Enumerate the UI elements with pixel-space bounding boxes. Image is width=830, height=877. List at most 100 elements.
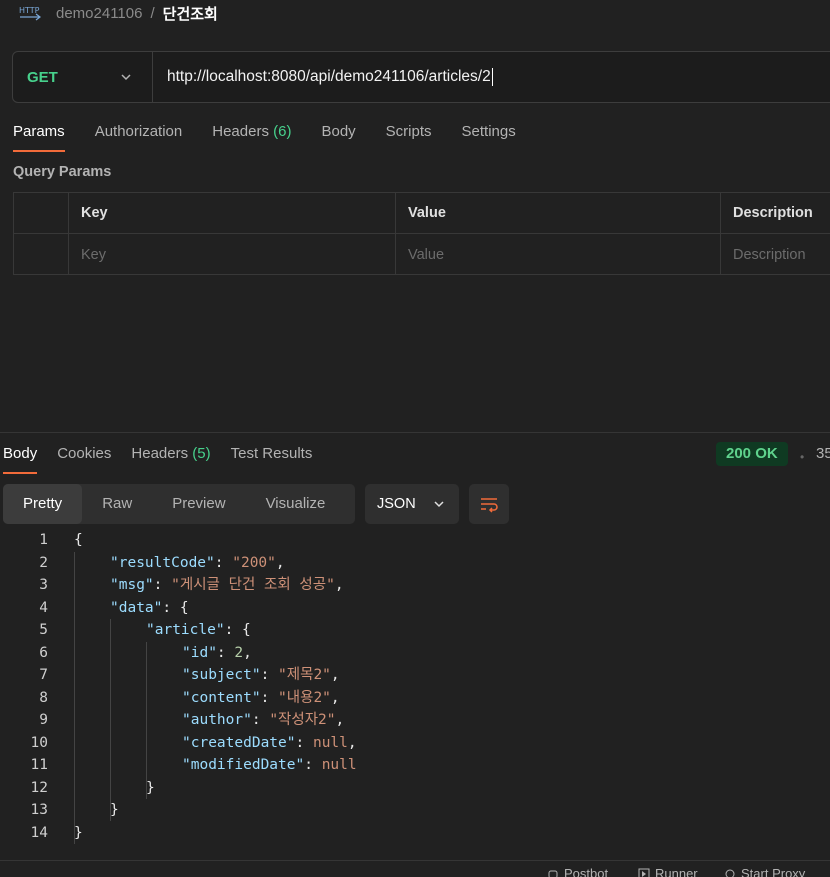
code-line: 8 "content": "내용2", <box>0 687 830 710</box>
json-key: "data" <box>110 599 163 616</box>
line-text: "resultCode": "200", <box>110 552 285 575</box>
tab-test-results[interactable]: Test Results <box>231 442 313 474</box>
view-pretty[interactable]: Pretty <box>3 484 83 524</box>
tab-label: Scripts <box>385 123 432 140</box>
line-number: 14 <box>30 824 48 841</box>
json-value: "작성자2" <box>269 712 336 728</box>
json-punctuation: : <box>216 644 235 661</box>
json-punctuation: : <box>153 577 172 593</box>
query-params-table: Key Value Description Key Value Descript… <box>13 192 830 275</box>
breadcrumb-separator: / <box>150 4 155 22</box>
code-line: 5 "article": { <box>0 619 830 642</box>
json-punctuation: : <box>214 554 233 571</box>
json-punctuation: , <box>330 667 340 683</box>
json-punctuation: : <box>295 734 313 751</box>
line-text: "subject": "제목2", <box>182 664 340 687</box>
http-icon: HTTP <box>18 2 42 24</box>
line-number: 6 <box>39 644 48 661</box>
status-footer: Postbot Runner Start Proxy <box>0 860 830 877</box>
code-line: 14} <box>0 822 830 845</box>
tab-label: Body <box>321 123 356 140</box>
tab-body[interactable]: Body <box>321 120 355 152</box>
code-line: 1{ <box>0 529 830 552</box>
line-number: 1 <box>39 532 48 548</box>
footer-label: Postbot <box>564 866 609 877</box>
json-punctuation: : <box>251 712 270 728</box>
tab-label: Authorization <box>94 123 183 140</box>
json-punctuation: : { <box>162 599 189 616</box>
json-punctuation: : { <box>224 622 251 638</box>
line-number: 3 <box>39 577 48 593</box>
tab-settings[interactable]: Settings <box>462 120 516 152</box>
code-line: 13} <box>0 799 830 822</box>
json-punctuation: : <box>260 667 279 683</box>
footer-start-proxy[interactable]: Start Proxy <box>724 866 805 877</box>
tab-label: Params <box>13 123 65 140</box>
tab-label: Test Results <box>230 445 313 462</box>
tab-headers[interactable]: Headers (6) <box>212 120 291 152</box>
runner-icon <box>638 868 650 877</box>
response-time[interactable]: 35 <box>816 445 830 462</box>
tab-label: Cookies <box>57 445 112 462</box>
url-bar: GET http://localhost:8080/api/demo241106… <box>12 51 830 103</box>
param-description-input[interactable]: Description <box>721 234 830 275</box>
headers-count: (6) <box>273 123 292 140</box>
line-number: 11 <box>30 757 48 773</box>
json-punctuation: , <box>243 644 252 661</box>
view-raw[interactable]: Raw <box>82 484 152 524</box>
tab-label: Headers <box>212 123 269 140</box>
line-text: } <box>110 799 119 822</box>
param-key-input[interactable]: Key <box>69 234 396 275</box>
line-number: 13 <box>30 802 48 818</box>
method-select[interactable]: GET <box>13 52 153 102</box>
json-key: "createdDate" <box>182 734 296 751</box>
json-punctuation: , <box>334 577 344 593</box>
response-headers-count: (5) <box>192 445 211 462</box>
json-key: "subject" <box>182 667 261 683</box>
response-body-viewer[interactable]: 1{2 "resultCode": "200", 3 "msg": "게시글 단건 조… <box>0 529 830 844</box>
wrap-lines-button[interactable] <box>469 484 509 524</box>
tab-params[interactable]: Params <box>13 120 65 152</box>
request-name[interactable]: 단건조회 <box>163 3 218 24</box>
line-text: "id": 2, <box>182 642 252 665</box>
chevron-down-icon <box>121 74 131 81</box>
tab-authorization[interactable]: Authorization <box>95 120 183 152</box>
table-header-row: Key Value Description <box>14 193 830 234</box>
view-preview[interactable]: Preview <box>152 484 245 524</box>
tab-cookies[interactable]: Cookies <box>57 442 111 474</box>
json-key: "resultCode" <box>110 554 215 571</box>
tab-scripts[interactable]: Scripts <box>386 120 432 152</box>
line-text: { <box>74 529 83 552</box>
json-key: "id" <box>182 644 217 661</box>
json-punctuation: : <box>304 757 322 773</box>
json-punctuation: } <box>110 802 119 818</box>
param-value-input[interactable]: Value <box>396 234 721 275</box>
view-visualize[interactable]: Visualize <box>246 484 346 524</box>
pane-resize-handle[interactable] <box>0 432 830 433</box>
line-text: "createdDate": null, <box>182 732 357 755</box>
row-checkbox-cell <box>14 234 69 275</box>
code-line: 4 "data": { <box>0 597 830 620</box>
url-input[interactable]: http://localhost:8080/api/demo241106/art… <box>153 52 830 102</box>
footer-runner[interactable]: Runner <box>638 866 698 877</box>
response-tabs: Body Cookies Headers (5) Test Results <box>3 442 332 474</box>
json-value: 2 <box>234 644 244 661</box>
format-select[interactable]: JSON <box>365 484 459 524</box>
line-text: } <box>74 822 83 845</box>
tab-response-headers[interactable]: Headers (5) <box>131 442 210 474</box>
json-punctuation: } <box>74 824 83 841</box>
code-line: 3 "msg": "게시글 단건 조회 성공", <box>0 574 830 597</box>
line-text: "modifiedDate": null <box>182 754 357 777</box>
json-value: "200" <box>232 554 276 571</box>
footer-postbot[interactable]: Postbot <box>547 866 608 877</box>
column-header-value: Value <box>396 193 721 233</box>
breadcrumb-collection[interactable]: demo241106 <box>56 5 142 22</box>
json-punctuation: : <box>260 689 279 706</box>
separator-dot: • <box>800 450 805 464</box>
column-header-description: Description <box>733 205 813 221</box>
column-header-key: Key <box>69 193 396 233</box>
tab-response-body[interactable]: Body <box>3 442 38 474</box>
line-text: } <box>146 777 155 800</box>
status-badge[interactable]: 200 OK <box>716 442 788 466</box>
json-value: null <box>312 734 348 751</box>
